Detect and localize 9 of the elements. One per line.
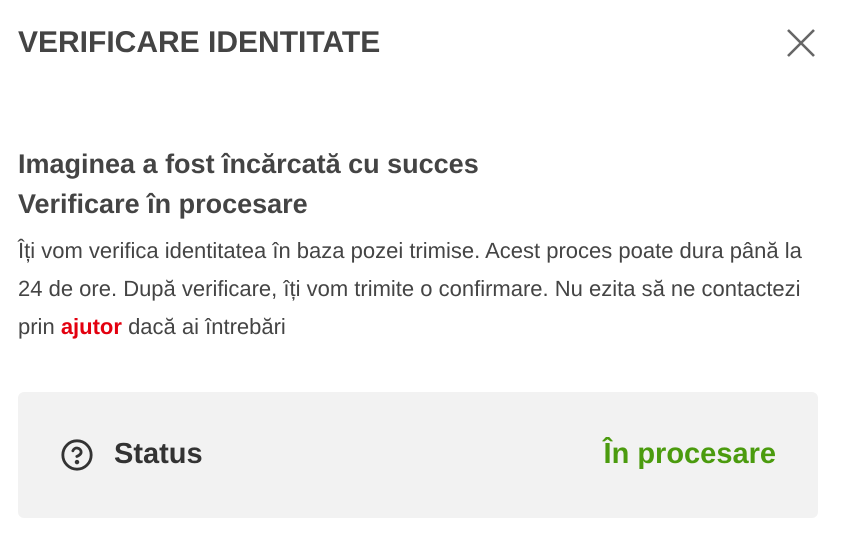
message-paragraph: Îți vom verifica identitatea în baza pozei trimise. Acest proces poate dura până la 24 de ore. După verificare, îți vom trimite o confirmare. Nu ezita să ne contactezi prin ajutor dacă ai întrebări xyxy=(18,237,803,341)
question-icon xyxy=(60,438,94,472)
help-link[interactable]: ajutor xyxy=(60,314,122,339)
dialog-title: VERIFICARE IDENTITATE xyxy=(18,28,380,58)
status-value: În procesare xyxy=(604,436,776,472)
heading: Verificare în procesare xyxy=(18,188,309,221)
status-label: Status xyxy=(114,437,203,472)
close-icon xyxy=(786,28,816,58)
heading: Imaginea a fost încărcată cu succes xyxy=(18,148,480,181)
